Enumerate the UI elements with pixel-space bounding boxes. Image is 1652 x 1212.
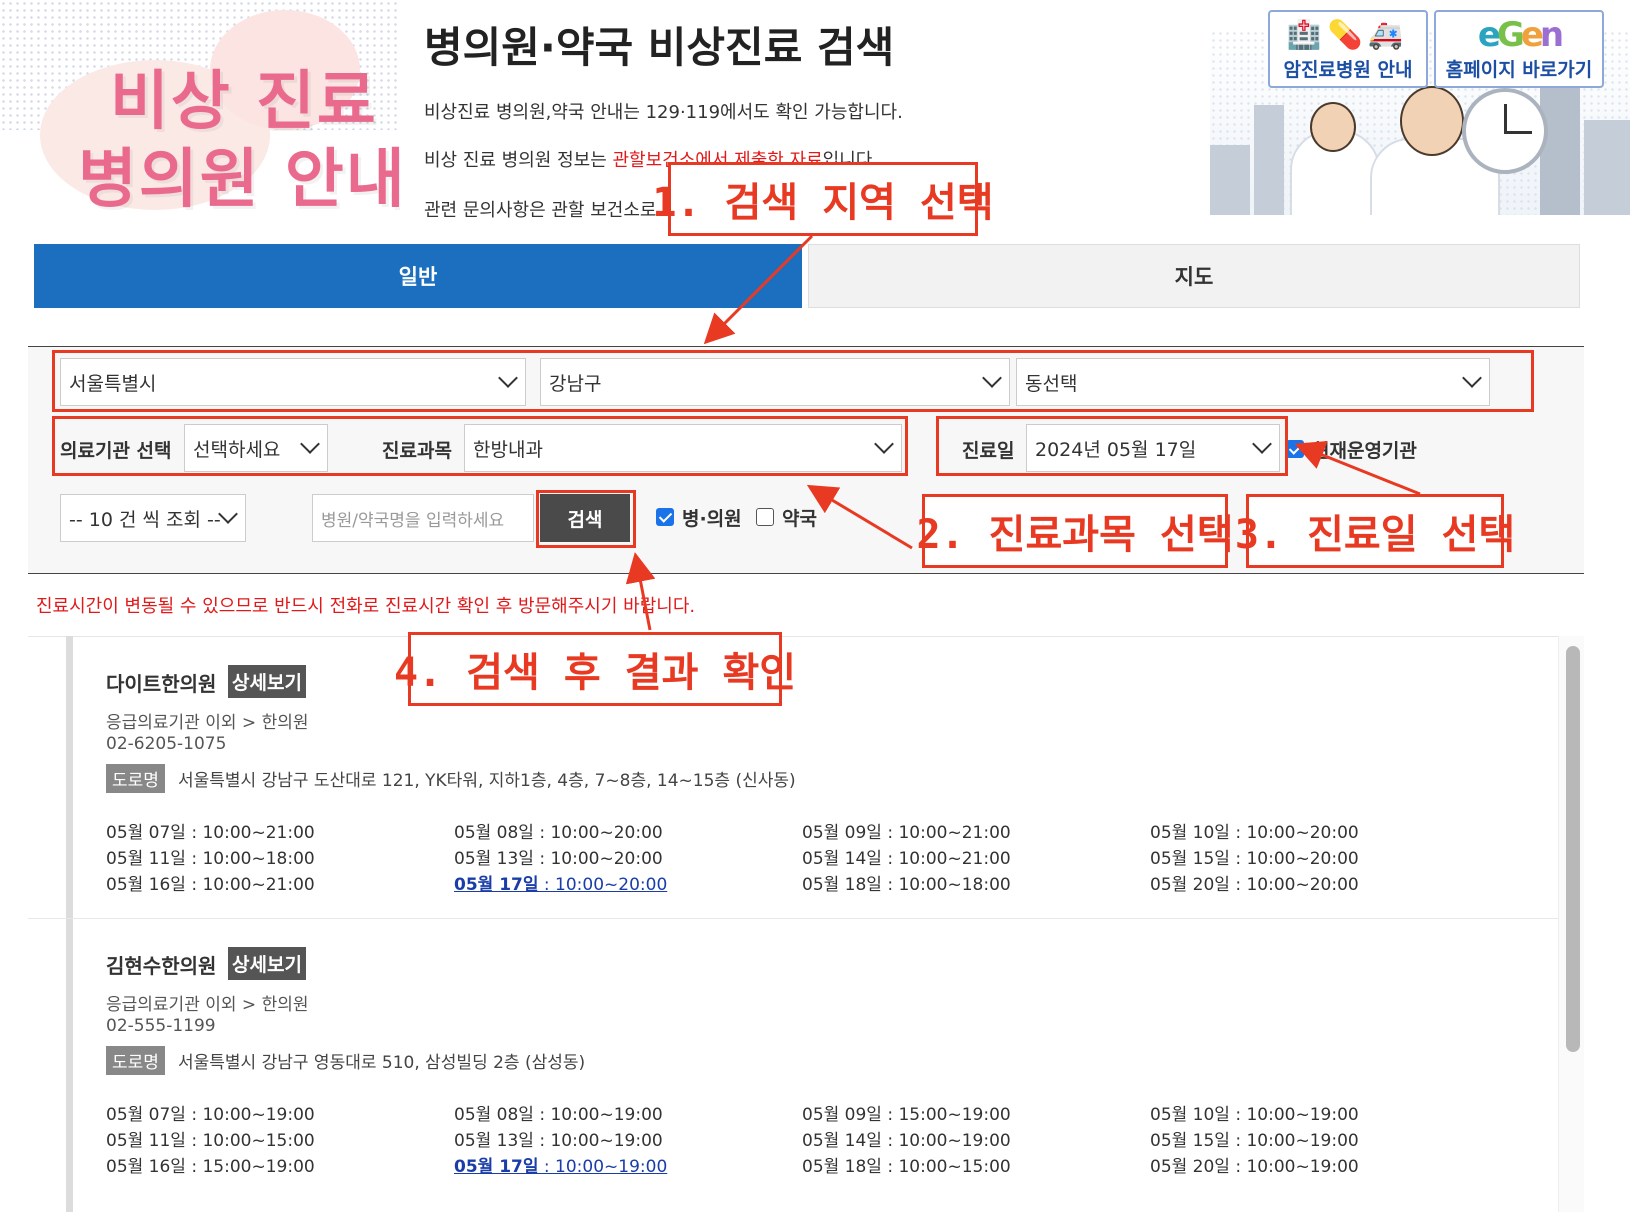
scrollbar-thumb[interactable] [1566, 646, 1580, 1052]
name-search-input[interactable]: 병원/약국명을 입력하세요 [312, 494, 534, 542]
hospital-icon: 🏥💊🚑 [1286, 18, 1410, 51]
page-size-select[interactable]: -- 10 건 씩 조회 -- [60, 494, 246, 542]
schedule-entry: 05월 18일 : 10:00~18:00 [802, 875, 1011, 895]
step4-label: 4. 검색 후 결과 확인 [394, 632, 796, 706]
schedule-entry: 05월 20일 : 10:00~20:00 [1150, 875, 1359, 895]
schedule-entry: 05월 15일 : 10:00~20:00 [1150, 849, 1359, 869]
facility-category: 응급의료기관 이외 > 한의원 [106, 713, 309, 733]
page-title: 병의원·약국 비상진료 검색 [424, 23, 895, 72]
pharmacy-checkbox[interactable] [756, 508, 774, 526]
emergency-banner: 비상 진료 병의원 안내 [0, 0, 400, 220]
facility-address: 서울특별시 강남구 도산대로 121, YK타워, 지하1층, 4층, 7~8층… [178, 771, 796, 791]
hospital-check-label: 병·의원 [682, 508, 742, 530]
tab-map[interactable]: 지도 [808, 244, 1580, 308]
schedule-entry: 05월 20일 : 10:00~19:00 [1150, 1157, 1359, 1177]
schedule-entry: 05월 08일 : 10:00~20:00 [454, 823, 663, 843]
banner-line2: 병의원 안내 [78, 143, 400, 217]
road-address-badge: 도로명 [106, 1046, 165, 1075]
schedule-entry: 05월 07일 : 10:00~21:00 [106, 823, 315, 843]
schedule-entry: 05월 10일 : 10:00~19:00 [1150, 1105, 1359, 1125]
list-item: 김현수한의원 상세보기 응급의료기관 이외 > 한의원 02-555-1199 … [28, 918, 1558, 1212]
operating-label: 현재운영기관 [1312, 440, 1417, 462]
schedule-entry-today[interactable]: 05월 17일 : 10:00~19:00 [454, 1152, 667, 1177]
schedule-entry: 05월 16일 : 15:00~19:00 [106, 1157, 315, 1177]
warning-text: 진료시간이 변동될 수 있으므로 반드시 전화로 진료시간 확인 후 방문해주시… [36, 596, 696, 617]
schedule-entry: 05월 14일 : 10:00~21:00 [802, 849, 1011, 869]
search-highlight-box [536, 490, 636, 548]
schedule-entry: 05월 13일 : 10:00~19:00 [454, 1131, 663, 1151]
schedule-entry: 05월 08일 : 10:00~19:00 [454, 1105, 663, 1125]
date-highlight-box [936, 416, 1288, 476]
facility-address: 서울특별시 강남구 영동대로 510, 삼성빌딩 2층 (삼성동) [178, 1053, 586, 1073]
results-list: 다이트한의원 상세보기 응급의료기관 이외 > 한의원 02-6205-1075… [28, 636, 1584, 1212]
facility-name: 김현수한의원 [106, 954, 217, 978]
schedule-entry: 05월 09일 : 15:00~19:00 [802, 1105, 1011, 1125]
facility-phone: 02-6205-1075 [106, 734, 227, 754]
step2-label: 2. 진료과목 선택 [916, 494, 1234, 568]
operating-checkbox[interactable] [1286, 440, 1304, 458]
schedule-entry: 05월 18일 : 10:00~15:00 [802, 1157, 1011, 1177]
step3-label: 3. 진료일 선택 [1235, 494, 1515, 568]
step1-label: 1. 검색 지역 선택 [652, 162, 994, 236]
schedule-entry: 05월 16일 : 10:00~21:00 [106, 875, 315, 895]
cancer-hospital-link[interactable]: 🏥💊🚑 암진료병원 안내 [1268, 10, 1428, 88]
schedule-entry: 05월 10일 : 10:00~20:00 [1150, 823, 1359, 843]
detail-button[interactable]: 상세보기 [228, 665, 306, 698]
schedule-entry: 05월 14일 : 10:00~19:00 [802, 1131, 1011, 1151]
pharmacy-check-label: 약국 [782, 508, 817, 530]
schedule-entry: 05월 11일 : 10:00~18:00 [106, 849, 315, 869]
hospital-checkbox[interactable] [656, 508, 674, 526]
clock-icon [1462, 88, 1548, 174]
chevron-down-icon [218, 504, 238, 524]
detail-button[interactable]: 상세보기 [228, 947, 306, 980]
facility-name: 다이트한의원 [106, 672, 217, 696]
schedule-entry: 05월 15일 : 10:00~19:00 [1150, 1131, 1359, 1151]
schedule-entry: 05월 09일 : 10:00~21:00 [802, 823, 1011, 843]
facility-category: 응급의료기관 이외 > 한의원 [106, 995, 309, 1015]
info-line-3: 관련 문의사항은 관할 보건소로 [424, 200, 657, 221]
homepage-link[interactable]: eGen 홈페이지 바로가기 [1434, 10, 1604, 88]
schedule-entry-today[interactable]: 05월 17일 : 10:00~20:00 [454, 870, 667, 895]
region-highlight-box [52, 350, 1534, 412]
schedule-entry: 05월 11일 : 10:00~15:00 [106, 1131, 315, 1151]
tab-general[interactable]: 일반 [34, 244, 802, 308]
logo-icon: eGen [1477, 15, 1564, 55]
info-line-1: 비상진료 병의원,약국 안내는 129·119에서도 확인 가능합니다. [424, 102, 903, 123]
subject-highlight-box [52, 416, 908, 476]
facility-phone: 02-555-1199 [106, 1016, 216, 1036]
schedule-entry: 05월 13일 : 10:00~20:00 [454, 849, 663, 869]
road-address-badge: 도로명 [106, 764, 165, 793]
schedule-entry: 05월 07일 : 10:00~19:00 [106, 1105, 315, 1125]
